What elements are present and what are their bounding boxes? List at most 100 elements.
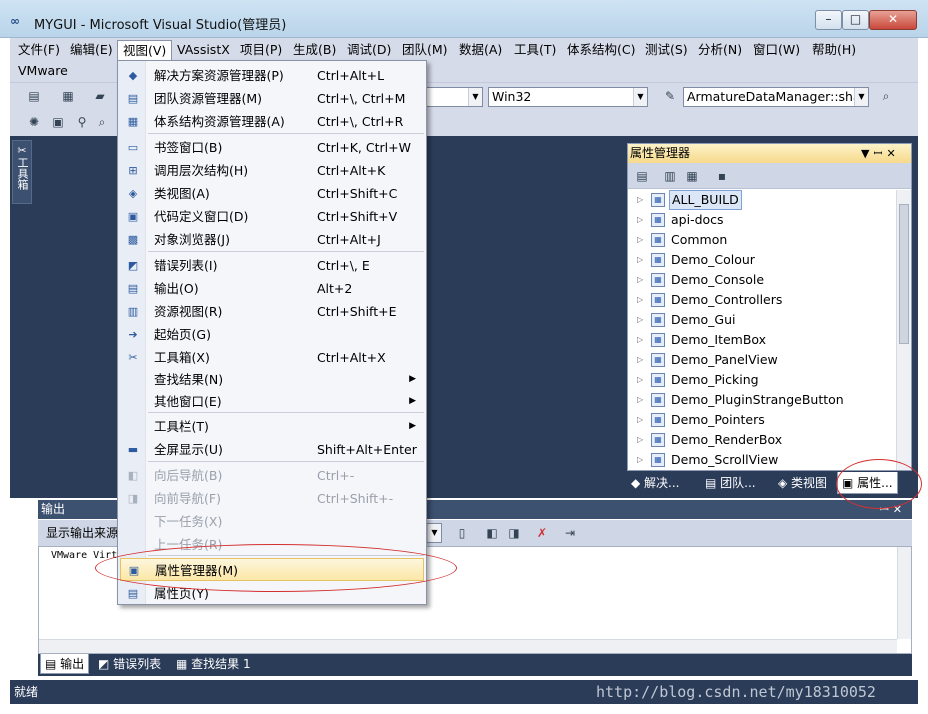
expand-arrow-icon[interactable]: ▷ <box>637 350 643 370</box>
view-menu-item[interactable]: ▩ 对象浏览器(J) Ctrl+Alt+J <box>120 228 424 251</box>
expand-arrow-icon[interactable]: ▷ <box>637 310 643 330</box>
platform-combo[interactable]: Win32 ▼ <box>488 87 648 107</box>
tab-find-results[interactable]: ▦ 查找结果 1 <box>176 654 251 674</box>
chevron-down-icon[interactable]: ▼ <box>854 88 868 106</box>
project-tree-item[interactable]: ▷ ▦ api-docs <box>628 210 896 230</box>
project-tree-item[interactable]: ▷ ▦ Demo_Console <box>628 270 896 290</box>
view-menu-item[interactable]: 查找结果(N) ▶ <box>120 368 424 391</box>
output-horizontal-scrollbar[interactable] <box>39 639 897 653</box>
find-icon[interactable]: ⌕ <box>878 88 894 104</box>
view-menu-item[interactable]: ▭ 书签窗口(B) Ctrl+K, Ctrl+W <box>120 136 424 159</box>
output-vertical-scrollbar[interactable] <box>897 547 911 639</box>
project-tree-item[interactable]: ▷ ▦ Demo_RenderBox <box>628 430 896 450</box>
view-menu-item[interactable]: 工具栏(T) ▶ <box>120 415 424 438</box>
tab-error-list[interactable]: ◩ 错误列表 <box>98 654 161 674</box>
panel-menu-icon[interactable]: ▼ <box>861 147 873 160</box>
view-menu-item[interactable]: ◆ 解决方案资源管理器(P) Ctrl+Alt+L <box>120 64 424 87</box>
project-tree-item[interactable]: ▷ ▦ Demo_Gui <box>628 310 896 330</box>
view-menu-item[interactable]: ▤ 输出(O) Alt+2 <box>120 277 424 300</box>
tab-class-view[interactable]: ◈ 类视图 <box>778 472 827 494</box>
zoom-icon[interactable]: ⚲ <box>74 114 90 130</box>
view-menu-item[interactable]: ▬ 全屏显示(U) Shift+Alt+Enter <box>120 438 424 461</box>
add-property-sheet-icon[interactable]: ▤ <box>634 168 650 184</box>
previous-message-icon[interactable]: ◧ <box>484 525 500 541</box>
scrollbar-thumb[interactable] <box>899 204 909 344</box>
project-tree-item[interactable]: ▷ ▦ ALL_BUILD <box>628 190 896 210</box>
open-folder-icon[interactable]: ▰ <box>92 88 108 104</box>
menu-project[interactable]: 项目(P) <box>235 40 287 60</box>
menu-debug[interactable]: 调试(D) <box>342 40 396 60</box>
project-tree-item[interactable]: ▷ ▦ Demo_Controllers <box>628 290 896 310</box>
tab-solution-explorer[interactable]: ◆ 解决... <box>631 472 680 494</box>
menu-view[interactable]: 视图(V) <box>117 40 173 60</box>
menu-architecture[interactable]: 体系结构(C) <box>562 40 640 60</box>
expand-arrow-icon[interactable]: ▷ <box>637 430 643 450</box>
menu-help[interactable]: 帮助(H) <box>807 40 861 60</box>
vertical-scrollbar[interactable] <box>896 190 911 470</box>
expand-arrow-icon[interactable]: ▷ <box>637 250 643 270</box>
gear-icon[interactable]: ✺ <box>26 114 42 130</box>
maximize-button[interactable]: □ <box>842 10 869 30</box>
project-tree-item[interactable]: ▷ ▦ Demo_PluginStrangeButton <box>628 390 896 410</box>
expand-arrow-icon[interactable]: ▷ <box>637 230 643 250</box>
project-tree-item[interactable]: ▷ ▦ Demo_Picking <box>628 370 896 390</box>
next-message-icon[interactable]: ◨ <box>506 525 522 541</box>
view-menu-item[interactable]: ▣ 代码定义窗口(D) Ctrl+Shift+V <box>120 205 424 228</box>
pin-icon[interactable]: ꟷ <box>873 147 886 160</box>
close-icon[interactable]: ✕ <box>886 147 899 160</box>
view-menu-item[interactable]: ◈ 类视图(A) Ctrl+Shift+C <box>120 182 424 205</box>
new-project-icon[interactable]: ▤ <box>26 88 42 104</box>
project-tree-item[interactable]: ▷ ▦ Common <box>628 230 896 250</box>
menu-edit[interactable]: 编辑(E) <box>65 40 118 60</box>
add-existing-sheet-icon[interactable]: ▦ <box>684 168 700 184</box>
view-menu-item[interactable]: ▤ 团队资源管理器(M) Ctrl+\, Ctrl+M <box>120 87 424 110</box>
menu-analyze[interactable]: 分析(N) <box>693 40 747 60</box>
menu-file[interactable]: 文件(F) <box>13 40 65 60</box>
view-menu-item[interactable]: ▥ 资源视图(R) Ctrl+Shift+E <box>120 300 424 323</box>
expand-arrow-icon[interactable]: ▷ <box>637 190 643 210</box>
view-menu-item[interactable]: ➔ 起始页(G) <box>120 323 424 346</box>
view-menu-item[interactable]: ◩ 错误列表(I) Ctrl+\, E <box>120 254 424 277</box>
expand-arrow-icon[interactable]: ▷ <box>637 410 643 430</box>
view-menu-item[interactable]: 下一任务(X) <box>120 510 424 533</box>
view-menu-item[interactable]: ⊞ 调用层次结构(H) Ctrl+Alt+K <box>120 159 424 182</box>
toolbox-tab[interactable]: ✂ 工具箱 <box>12 140 32 204</box>
expand-arrow-icon[interactable]: ▷ <box>637 330 643 350</box>
view-menu-item[interactable]: ◧ 向后导航(B) Ctrl+- <box>120 464 424 487</box>
view-menu-item[interactable]: 其他窗口(E) ▶ <box>120 390 424 413</box>
find-combo[interactable]: ArmatureDataManager::share ▼ <box>683 87 869 107</box>
word-wrap-icon[interactable]: ⇥ <box>562 525 578 541</box>
chevron-down-icon[interactable]: ▼ <box>633 88 647 106</box>
expand-arrow-icon[interactable]: ▷ <box>637 370 643 390</box>
menu-test[interactable]: 测试(S) <box>640 40 693 60</box>
close-button[interactable]: ✕ <box>869 10 917 30</box>
minimize-button[interactable]: – <box>815 10 842 30</box>
view-menu-item[interactable]: ▦ 体系结构资源管理器(A) Ctrl+\, Ctrl+R <box>120 110 424 133</box>
view-menu-item[interactable]: ◨ 向前导航(F) Ctrl+Shift+- <box>120 487 424 510</box>
menu-team[interactable]: 团队(M) <box>397 40 453 60</box>
menu-tools[interactable]: 工具(T) <box>509 40 561 60</box>
tab-output[interactable]: ▤ 输出 <box>40 654 90 674</box>
find-in-files-icon[interactable]: ✎ <box>662 88 678 104</box>
add-item-icon[interactable]: ▦ <box>60 88 76 104</box>
expand-arrow-icon[interactable]: ▷ <box>637 290 643 310</box>
find-next-icon[interactable]: ⌕ <box>94 114 110 130</box>
view-menu-item[interactable]: ✂ 工具箱(X) Ctrl+Alt+X <box>120 346 424 369</box>
expand-arrow-icon[interactable]: ▷ <box>637 390 643 410</box>
menu-window[interactable]: 窗口(W) <box>748 40 805 60</box>
project-tree-item[interactable]: ▷ ▦ Demo_Pointers <box>628 410 896 430</box>
add-new-sheet-icon[interactable]: ▥ <box>662 168 678 184</box>
clear-all-icon[interactable]: ✗ <box>534 525 550 541</box>
save-icon[interactable]: ▪ <box>714 168 730 184</box>
menu-data[interactable]: 数据(A) <box>454 40 507 60</box>
menu-vmware[interactable]: VMware <box>13 61 73 81</box>
expand-arrow-icon[interactable]: ▷ <box>637 450 643 470</box>
chevron-down-icon[interactable]: ▼ <box>468 88 482 106</box>
menu-build[interactable]: 生成(B) <box>288 40 341 60</box>
expand-arrow-icon[interactable]: ▷ <box>637 270 643 290</box>
tab-team-explorer[interactable]: ▤ 团队... <box>705 472 756 494</box>
find-message-icon[interactable]: ▯ <box>454 525 470 541</box>
chevron-down-icon[interactable]: ▼ <box>427 524 441 542</box>
project-tree-item[interactable]: ▷ ▦ Demo_ItemBox <box>628 330 896 350</box>
menu-vassistx[interactable]: VAssistX <box>172 40 235 60</box>
